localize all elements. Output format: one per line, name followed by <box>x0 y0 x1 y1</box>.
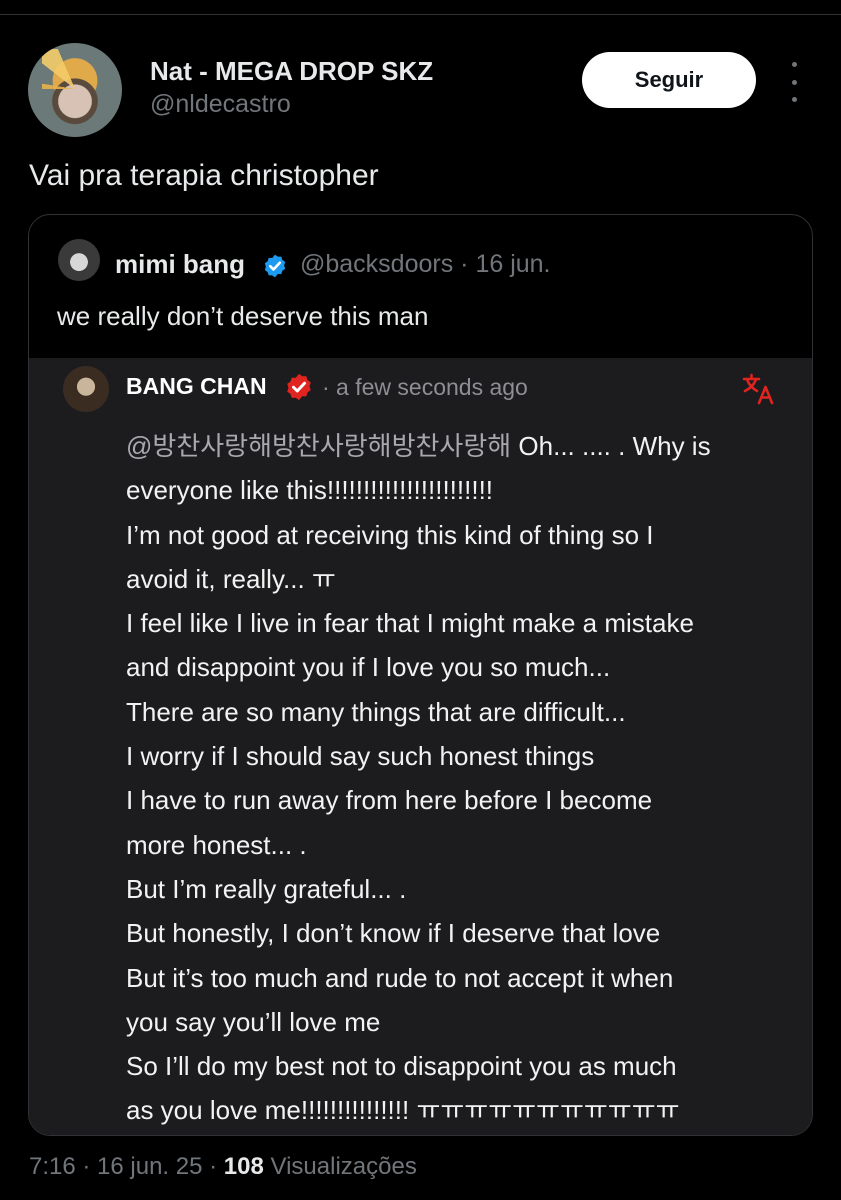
media-line: I worry if I should say such honest thin… <box>126 741 595 772</box>
tweet-timestamp[interactable]: 7:16 · 16 jun. 25 · <box>29 1153 224 1180</box>
media-message-body: @방찬사랑해방찬사랑해방찬사랑해 Oh... .... . Why is eve… <box>126 424 766 1133</box>
quoted-text: we really don’t deserve this man <box>57 301 429 331</box>
media-line: But I’m really grateful... . <box>126 873 407 904</box>
views-count: 108 <box>223 1153 264 1180</box>
follow-button[interactable]: Seguir <box>582 52 756 108</box>
quoted-tweet[interactable]: mimi bang @backsdoors · 16 jun. we reall… <box>28 214 813 1136</box>
media-timestamp: · a few seconds ago <box>322 374 528 400</box>
media-line: @방찬사랑해방찬사랑해방찬사랑해 Oh... .... . Why is <box>126 424 766 468</box>
quoted-name: mimi bang <box>115 249 246 279</box>
translate-icon <box>742 373 774 405</box>
media-line: more honest... . <box>126 829 307 860</box>
media-line: I feel like I live in fear that I might … <box>126 608 694 639</box>
more-icon[interactable] <box>784 62 804 102</box>
quoted-media-screenshot[interactable]: BANG CHAN · a few seconds ago @방찬사랑해방찬사랑… <box>29 358 812 1135</box>
quoted-handle-date: @backsdoors · 16 jun. <box>300 250 551 278</box>
media-line: But it’s too much and rude to not accept… <box>126 962 674 993</box>
views-label: Visualizações <box>263 1153 417 1180</box>
media-line: I have to run away from here before I be… <box>126 785 653 816</box>
quoted-avatar <box>58 239 100 281</box>
media-line: everyone like this!!!!!!!!!!!!!!!!!!!!!!… <box>126 475 494 506</box>
verified-icon <box>287 373 311 401</box>
top-divider <box>0 14 841 15</box>
media-line: I’m not good at receiving this kind of t… <box>126 519 654 550</box>
media-name: BANG CHAN <box>126 373 267 399</box>
tweet-text: Vai pra terapia christopher <box>29 159 379 192</box>
media-line: There are so many things that are diffic… <box>126 696 626 727</box>
media-line: But honestly, I don’t know if I deserve … <box>126 918 661 949</box>
media-line: you say you’ll love me <box>126 1006 381 1037</box>
media-line: So I’ll do my best not to disappoint you… <box>126 1051 677 1082</box>
media-line: and disappoint you if I love you so much… <box>126 652 611 683</box>
tweet-meta: 7:16 · 16 jun. 25 · 108 Visualizações <box>29 1153 417 1181</box>
media-line: as you love me!!!!!!!!!!!!!!! ㅠㅠㅠㅠㅠㅠㅠㅠㅠㅠ… <box>126 1095 680 1126</box>
author-handle[interactable]: @nldecastro <box>150 90 291 119</box>
media-avatar <box>63 366 109 412</box>
author-display-name[interactable]: Nat - MEGA DROP SKZ <box>150 56 433 87</box>
media-mention: @방찬사랑해방찬사랑해방찬사랑해 <box>126 431 512 461</box>
media-line-text: Oh... .... . Why is <box>511 431 711 461</box>
verified-icon <box>264 254 286 278</box>
media-line: avoid it, really... ㅠ <box>126 563 336 594</box>
author-avatar[interactable] <box>28 43 122 137</box>
